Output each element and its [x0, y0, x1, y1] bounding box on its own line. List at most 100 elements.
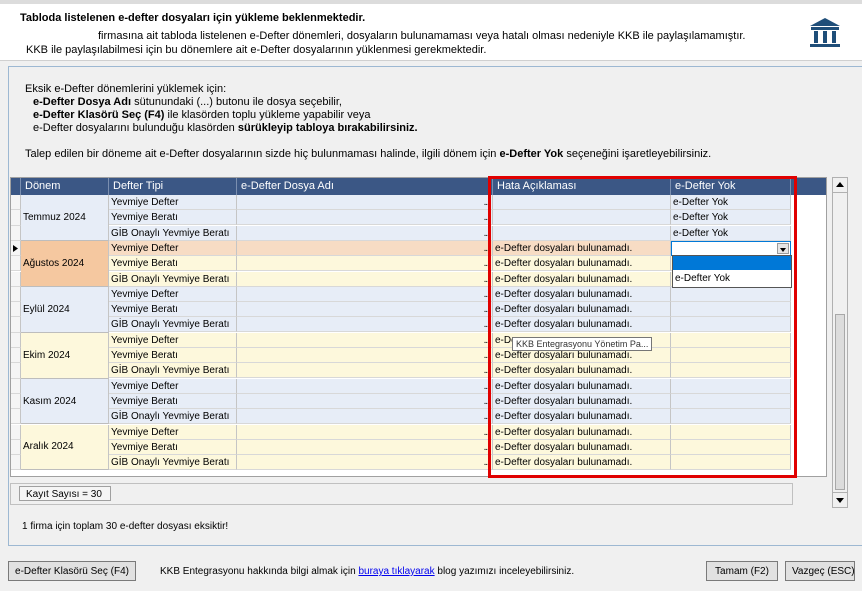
edefter-yok-cell[interactable] [671, 424, 791, 440]
edefter-grid[interactable]: Dönem Defter Tipi e-Defter Dosya Adı Hata A… [10, 177, 827, 477]
defter-tipi-cell[interactable]: GİB Onaylı Yevmiye Beratı [109, 317, 237, 333]
row-selector[interactable] [11, 348, 21, 364]
dosya-adi-cell[interactable]: ... [237, 256, 493, 272]
scroll-down-button[interactable] [833, 492, 847, 507]
row-selector[interactable] [11, 302, 21, 318]
donem-cell[interactable]: Temmuz 2024 [21, 195, 109, 241]
browse-file-button[interactable]: ... [484, 425, 490, 439]
row-selector[interactable] [11, 286, 21, 303]
dosya-adi-cell[interactable]: ... [237, 393, 493, 409]
row-selector[interactable] [11, 332, 21, 348]
defter-tipi-cell[interactable]: Yevmiye Beratı [109, 256, 237, 272]
edefter-yok-cell[interactable] [671, 317, 791, 333]
row-selector[interactable] [11, 210, 21, 226]
row-selector[interactable] [11, 363, 21, 379]
row-selector[interactable] [11, 256, 21, 272]
row-selector[interactable] [11, 393, 21, 410]
row-selector[interactable] [11, 455, 21, 471]
browse-file-button[interactable]: ... [484, 455, 490, 469]
column-header-4[interactable]: e-Defter Yok [671, 178, 791, 195]
edefter-yok-cell[interactable] [671, 302, 791, 318]
dosya-adi-cell[interactable]: ... [237, 240, 493, 256]
dosya-adi-cell[interactable]: ... [237, 378, 493, 394]
row-selector[interactable] [11, 240, 21, 257]
browse-file-button[interactable]: ... [484, 226, 490, 240]
row-selector[interactable] [11, 271, 21, 287]
dosya-adi-cell[interactable]: ... [237, 210, 493, 226]
dropdown-option-edefter-yok[interactable]: e-Defter Yok [675, 273, 730, 284]
row-selector[interactable] [11, 409, 21, 425]
defter-tipi-cell[interactable]: Yevmiye Defter [109, 332, 237, 348]
browse-file-button[interactable]: ... [484, 256, 490, 270]
browse-file-button[interactable]: ... [484, 409, 490, 423]
browse-file-button[interactable]: ... [484, 195, 490, 209]
grid-vertical-scrollbar[interactable] [832, 177, 848, 508]
defter-tipi-cell[interactable]: Yevmiye Beratı [109, 393, 237, 409]
column-header-1[interactable]: Defter Tipi [109, 178, 237, 195]
donem-cell[interactable]: Ekim 2024 [21, 332, 109, 379]
dosya-adi-cell[interactable]: ... [237, 195, 493, 210]
browse-file-button[interactable]: ... [484, 379, 490, 393]
browse-file-button[interactable]: ... [484, 363, 490, 377]
row-selector[interactable] [11, 424, 21, 440]
browse-file-button[interactable]: ... [484, 302, 490, 316]
column-header-0[interactable]: Dönem [21, 178, 109, 195]
dropdown-option-empty[interactable] [673, 256, 791, 270]
dropdown-arrow-button[interactable] [777, 242, 789, 254]
dosya-adi-cell[interactable]: ... [237, 225, 493, 241]
browse-file-button[interactable]: ... [484, 333, 490, 347]
donem-cell[interactable]: Ağustos 2024 [21, 240, 109, 287]
defter-tipi-cell[interactable]: GİB Onaylı Yevmiye Beratı [109, 455, 237, 471]
dosya-adi-cell[interactable]: ... [237, 286, 493, 302]
dosya-adi-cell[interactable]: ... [237, 271, 493, 287]
defter-tipi-cell[interactable]: Yevmiye Defter [109, 195, 237, 210]
edefter-yok-dropdown-list[interactable]: e-Defter Yok [672, 255, 792, 288]
browse-file-button[interactable]: ... [484, 348, 490, 362]
select-folder-button[interactable]: e-Defter Klasörü Seç (F4) [8, 561, 136, 581]
donem-cell[interactable]: Eylül 2024 [21, 286, 109, 333]
dosya-adi-cell[interactable]: ... [237, 455, 493, 471]
browse-file-button[interactable]: ... [484, 317, 490, 331]
row-selector[interactable] [11, 317, 21, 333]
dosya-adi-cell[interactable]: ... [237, 424, 493, 440]
row-selector[interactable] [11, 195, 21, 211]
edefter-yok-cell[interactable] [671, 378, 791, 394]
dosya-adi-cell[interactable]: ... [237, 363, 493, 379]
dosya-adi-cell[interactable]: ... [237, 348, 493, 363]
edefter-yok-cell[interactable] [671, 363, 791, 379]
browse-file-button[interactable]: ... [484, 272, 490, 286]
blog-link[interactable]: buraya tıklayarak [358, 566, 434, 577]
defter-tipi-cell[interactable]: Yevmiye Defter [109, 240, 237, 256]
defter-tipi-cell[interactable]: Yevmiye Defter [109, 424, 237, 440]
browse-file-button[interactable]: ... [484, 440, 490, 454]
defter-tipi-cell[interactable]: Yevmiye Defter [109, 286, 237, 302]
scroll-up-button[interactable] [833, 178, 847, 193]
dosya-adi-cell[interactable]: ... [237, 409, 493, 425]
edefter-yok-cell[interactable]: e-Defter Yok [671, 195, 791, 210]
browse-file-button[interactable]: ... [484, 210, 490, 224]
edefter-yok-cell[interactable] [671, 439, 791, 455]
edefter-yok-cell[interactable]: e-Defter Yok [671, 210, 791, 226]
row-selector[interactable] [11, 378, 21, 394]
row-selector[interactable] [11, 439, 21, 456]
dosya-adi-cell[interactable]: ... [237, 332, 493, 348]
ok-button[interactable]: Tamam (F2) [706, 561, 778, 581]
scroll-thumb[interactable] [835, 314, 845, 490]
edefter-yok-cell[interactable] [671, 455, 791, 471]
edefter-yok-cell[interactable] [671, 393, 791, 409]
column-header-3[interactable]: Hata Açıklaması [493, 178, 671, 195]
edefter-yok-cell[interactable] [671, 409, 791, 425]
dosya-adi-cell[interactable]: ... [237, 302, 493, 318]
edefter-yok-cell[interactable] [671, 286, 791, 302]
edefter-yok-cell[interactable] [671, 332, 791, 348]
defter-tipi-cell[interactable]: GİB Onaylı Yevmiye Beratı [109, 271, 237, 287]
browse-file-button[interactable]: ... [484, 241, 490, 255]
defter-tipi-cell[interactable]: GİB Onaylı Yevmiye Beratı [109, 363, 237, 379]
defter-tipi-cell[interactable]: Yevmiye Defter [109, 378, 237, 394]
dosya-adi-cell[interactable]: ... [237, 439, 493, 455]
row-selector[interactable] [11, 225, 21, 241]
defter-tipi-cell[interactable]: Yevmiye Beratı [109, 302, 237, 318]
dosya-adi-cell[interactable]: ... [237, 317, 493, 333]
edefter-yok-cell[interactable] [671, 348, 791, 363]
defter-tipi-cell[interactable]: Yevmiye Beratı [109, 348, 237, 363]
